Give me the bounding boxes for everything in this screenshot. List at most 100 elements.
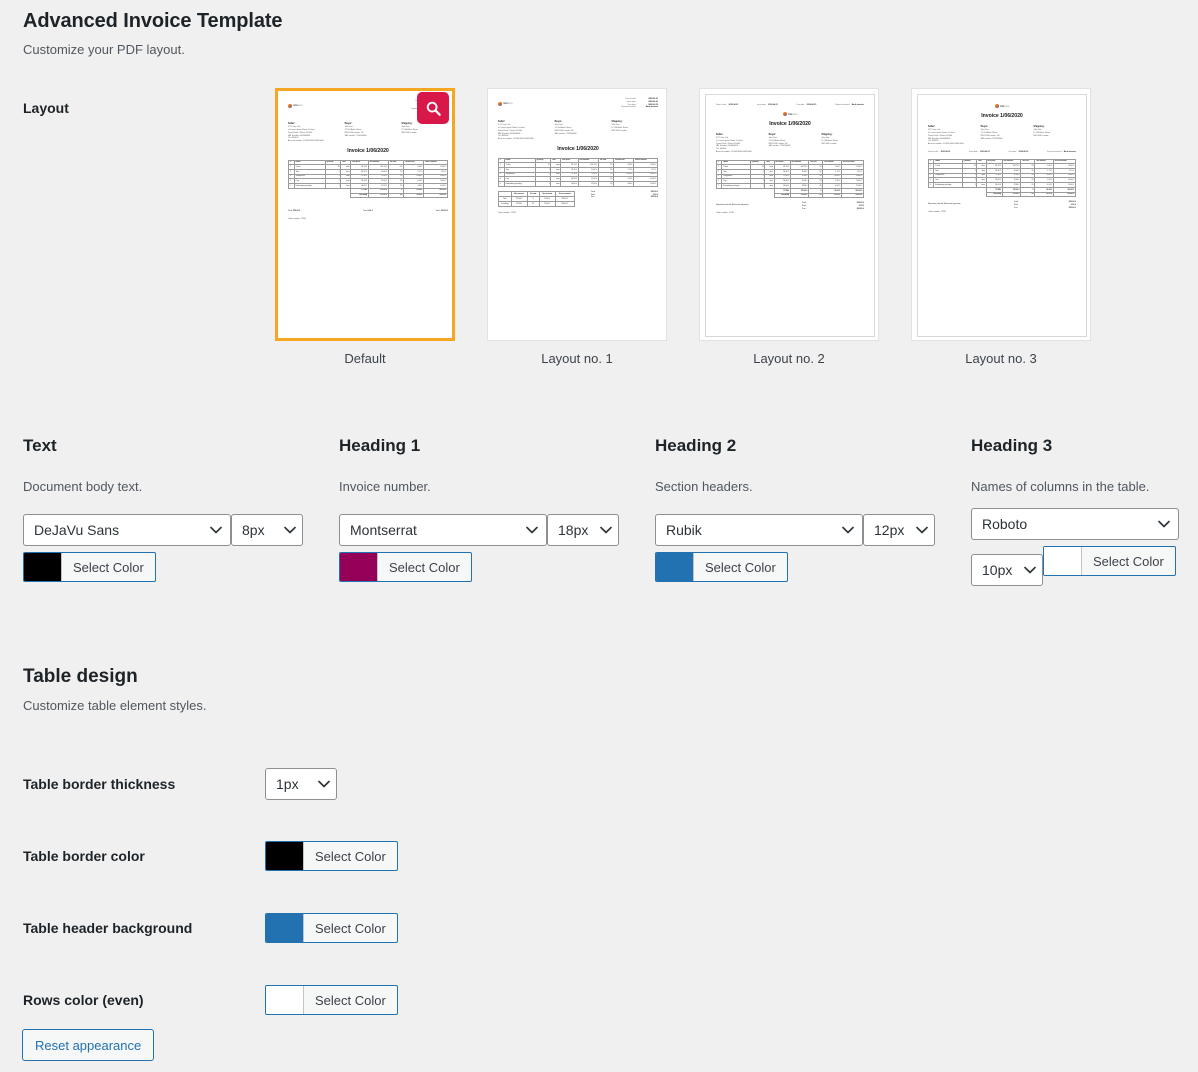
layout-option-4[interactable]: invoice Invoice 1/06/2020 Seller: XYZ Corp.… (911, 88, 1091, 366)
invoice-items-table: # Name Quantity Unit Unit price Net amount Tax… (498, 157, 658, 187)
font-family-select[interactable]: DeJaVu SansMontserratRubikRoboto (971, 508, 1179, 540)
select-color-label: Select Color (315, 920, 386, 936)
search-icon[interactable] (417, 92, 449, 124)
invoice-logo: invoice (782, 111, 797, 116)
invoice-party: Shipping: John Doe 12 Old Baker Street NW1 … (821, 132, 838, 145)
select-color-label: Select Color (389, 559, 460, 575)
color-swatch (340, 553, 378, 581)
table-summary-row: Including 272.00 £20 20.00 £320.00 £ (929, 191, 1077, 198)
invoice-items-table: # Name Quantity Unit Unit price Net amount Tax… (288, 159, 448, 199)
invoice-preview: invoice Date of sale:2020-06-01Issue date… (488, 89, 666, 340)
font-family-select[interactable]: DeJaVu SansMontserratRubikRoboto (23, 514, 231, 546)
invoice-logo: invoice (994, 104, 1009, 109)
select-color-button[interactable]: Select Color (655, 552, 788, 582)
table-design-title: Table design (23, 666, 138, 687)
layout-thumbnail-list: invoiceDate of sale:2020-06-01Issue date… (275, 88, 1091, 366)
color-swatch (656, 553, 694, 581)
font-size-select[interactable]: 8px10px12px14px18px (547, 514, 619, 546)
invoice-note: Order number: 12501 (288, 218, 307, 221)
layout-thumbnail[interactable]: Date of sale: 2020-06-01 Issue date: 2020-0… (699, 88, 879, 341)
logo-mark-icon (782, 111, 787, 116)
color-swatch (266, 914, 304, 942)
setting-control: Select Color (265, 985, 398, 1015)
font-size-select-wrap: 8px10px12px14px18px (971, 554, 1043, 586)
font-family-select[interactable]: DeJaVu SansMontserratRubikRoboto (339, 514, 547, 546)
font-size-select[interactable]: 8px10px12px14px18px (971, 554, 1043, 586)
font-size-select-wrap: 8px10px12px14px18px (863, 514, 935, 546)
invoice-logo: invoice (498, 98, 513, 109)
page-title: Advanced Invoice Template (23, 10, 283, 32)
invoice-items-table: # Name Quantity Unit Unit price Net amount Tax… (715, 159, 865, 199)
layout-option-2[interactable]: invoice Date of sale: 2020-06-01 Issue date… (487, 88, 667, 366)
layout-option-label: Default (344, 351, 386, 366)
layout-thumbnail[interactable]: invoice Invoice 1/06/2020 Seller: XYZ Corp.… (911, 88, 1091, 341)
invoice-party: Buyer: John Doe 12 Old Baker Street NW1 6XE… (554, 120, 577, 135)
table-design-row: Table header background Select Color (23, 892, 623, 964)
font-size-select-wrap: 8px10px12px14px18px (231, 514, 303, 546)
appearance-settings-page: Advanced Invoice Template Customize your… (0, 0, 1198, 1072)
table-row: 5 Embroidery package 1 item 16.00 £12.00 £20… (498, 181, 658, 187)
select-color-button[interactable]: Select Color (265, 985, 398, 1015)
select-color-button[interactable]: Select Color (265, 913, 398, 943)
invoice-summary-table: Net amount Tax rate Tax amount Gross amount… (498, 190, 575, 208)
invoice-party: Seller: XYZ Corp. Ltd. ul. Lorem Ipsum Str… (498, 120, 534, 141)
table-design-row: Rows color (even) Select Color (23, 964, 623, 1036)
border-thickness-select-wrap: 1px2px3px (265, 768, 337, 800)
color-swatch (266, 986, 304, 1014)
table-row: Including 272.00 £20 20.00 £320.00 £ (498, 201, 575, 208)
invoice-title: Invoice 1/06/2020 (981, 113, 1023, 120)
layout-option-1[interactable]: invoiceDate of sale:2020-06-01Issue date… (275, 88, 455, 366)
typography-column-4: Heading 3 Names of columns in the table. D… (971, 436, 1183, 586)
invoice-party: Seller: XYZ Corp. Ltd. ul. Lorem Ipsum Str… (716, 132, 752, 153)
invoice-note: Order number: 12501 (498, 212, 517, 215)
invoice-totals: Total: 320.00 £ Paid: 0.00 £ Due: 320.00 £ (801, 202, 864, 210)
invoice-title: Invoice 1/06/2020 (347, 147, 389, 154)
invoice-party: Shipping: John Doe 12 Old Baker Street NW1 … (401, 122, 418, 134)
invoice-party: Shipping: John Doe 12 Old Baker Street NW1 … (1033, 124, 1050, 137)
font-size-select[interactable]: 8px10px12px14px18px (863, 514, 935, 546)
invoice-totals: Total: 320.00 £ Paid: 0.00 £ Due: 320.00 £ (1013, 201, 1076, 209)
layout-thumbnail[interactable]: invoiceDate of sale:2020-06-01Issue date… (275, 88, 455, 341)
invoice-title: Invoice 1/06/2020 (769, 121, 811, 128)
typography-column-3: Heading 2 Section headers. DeJaVu SansMont… (655, 436, 971, 586)
column-description: Document body text. (23, 479, 143, 494)
typography-column-2: Heading 1 Invoice number. DeJaVu SansMonts… (339, 436, 655, 586)
invoice-note: Order number: 12501 (716, 212, 735, 215)
setting-label: Table border color (23, 848, 145, 864)
invoice-meta: Date of sale:2020-06-01Issue date:2020-0… (621, 98, 658, 109)
column-title: Heading 2 (655, 436, 737, 455)
layout-thumbnail[interactable]: invoice Date of sale:2020-06-01Issue date… (487, 88, 667, 341)
setting-label: Rows color (even) (23, 992, 144, 1008)
font-family-select[interactable]: DeJaVu SansMontserratRubikRoboto (655, 514, 863, 546)
select-color-button[interactable]: Select Color (23, 552, 156, 582)
select-color-label: Select Color (315, 992, 386, 1008)
invoice-parties: Seller: XYZ Corp. Ltd. ul. Lorem Ipsum Str… (288, 122, 448, 143)
layout-option-3[interactable]: Date of sale: 2020-06-01 Issue date: 2020-0… (699, 88, 879, 366)
invoice-party: Buyer: John Doe 12 Old Baker Street NW1 6XE… (768, 132, 791, 148)
layout-option-label: Layout no. 1 (541, 351, 613, 366)
invoice-note: Order number: 12501 (928, 211, 947, 214)
layout-option-label: Layout no. 3 (965, 351, 1037, 366)
border-thickness-select[interactable]: 1px2px3px (265, 768, 337, 800)
invoice-signature: Signature method: Electronic signature (928, 203, 961, 206)
font-family-select-wrap: DeJaVu SansMontserratRubikRoboto (339, 514, 547, 546)
font-size-select[interactable]: 8px10px12px14px18px (231, 514, 303, 546)
column-title: Heading 3 (971, 436, 1053, 455)
table-design-description: Customize table element styles. (23, 698, 207, 713)
font-family-select-wrap: DeJaVu SansMontserratRubikRoboto (23, 514, 231, 546)
invoice-party: Seller: XYZ Corp. Ltd. ul. Lorem Ipsum Str… (288, 122, 324, 143)
select-color-button[interactable]: Select Color (1043, 546, 1176, 576)
setting-control: Select Color (265, 841, 398, 871)
setting-label: Table border thickness (23, 776, 176, 792)
select-color-button[interactable]: Select Color (265, 841, 398, 871)
invoice-parties: Seller: XYZ Corp. Ltd. ul. Lorem Ipsum Str… (498, 120, 658, 141)
select-color-button[interactable]: Select Color (339, 552, 472, 582)
reset-appearance-button[interactable]: Reset appearance (22, 1029, 155, 1061)
invoice-preview: invoiceDate of sale:2020-06-01Issue date… (278, 91, 452, 338)
invoice-party: Buyer: John Doe 12 Old Baker Street NW1 6XE… (344, 122, 367, 137)
table-summary-row: Including 272.00 £20 20.00 £320.00 £ (717, 192, 865, 199)
logo-mark-icon (288, 103, 292, 108)
layout-option-label: Layout no. 2 (753, 351, 825, 366)
select-color-label: Select Color (315, 848, 386, 864)
invoice-party: Shipping: John Doe 12 Old Baker Street NW1 … (611, 120, 628, 132)
